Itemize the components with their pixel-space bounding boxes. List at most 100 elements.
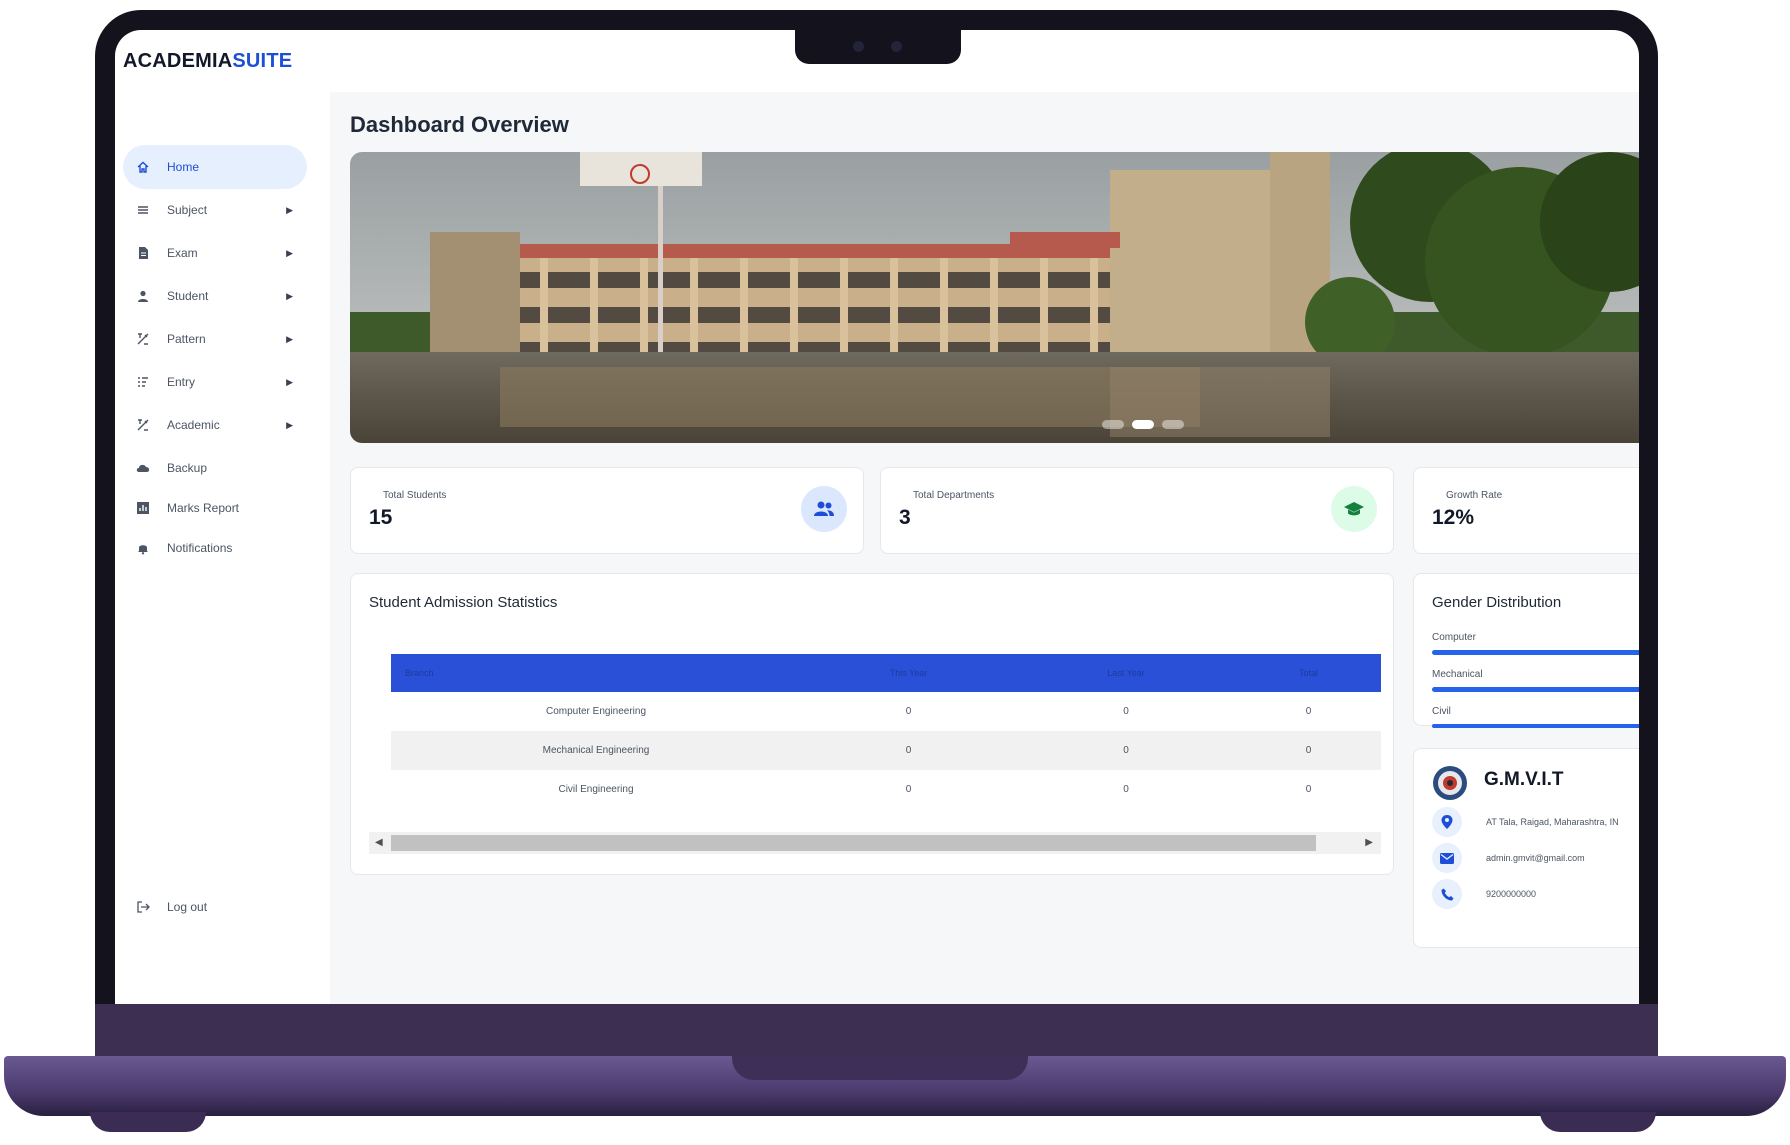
document-icon [135,245,151,261]
bar-label: Mechanical [1432,669,1483,680]
camera-notch [795,30,961,64]
admission-table: Branch This Year Last Year Total Compute… [391,654,1381,809]
main-content: Dashboard Overview Total Students 15 Tot… [330,92,1639,1004]
sidebar-item-label: Marks Report [167,501,240,515]
sidebar-item-label: Exam [167,246,198,260]
sidebar-item-marks-report[interactable]: Marks Report [123,486,307,530]
people-icon [801,486,847,532]
page-title: Dashboard Overview [350,112,569,137]
laptop-groove [732,1056,1028,1080]
sidebar-item-entry[interactable]: Entry ▶ [123,360,307,404]
logout-button[interactable]: Log out [123,885,307,929]
list-icon [135,202,151,218]
institute-address: AT Tala, Raigad, Maharashtra, IN [1486,817,1619,827]
sidebar-item-label: Home [167,160,200,174]
logout-icon [135,899,151,915]
camera-icon [853,41,864,52]
distribution-bar [1432,687,1639,692]
academic-icon [135,417,151,433]
bell-icon [135,540,151,556]
pattern-icon [135,331,151,347]
person-icon [135,288,151,304]
table-row: Civil Engineering 0 0 0 [391,770,1381,809]
logout-label: Log out [167,900,208,914]
column-header[interactable]: Total [1236,654,1381,692]
table-cell: 0 [1123,706,1129,717]
submenu-arrow-icon: ▶ [286,290,293,301]
phone-row: 9200000000 [1432,879,1632,909]
column-header[interactable]: Last Year [1016,654,1236,692]
app-logo[interactable]: ACADEMIASUITE [123,50,292,73]
home-icon [135,159,151,175]
submenu-arrow-icon: ▶ [286,247,293,258]
section-title: Student Admission Statistics [369,594,558,611]
laptop-foot-right [1540,1112,1656,1132]
sidebar-item-label: Academic [167,418,220,432]
table-cell: 0 [905,706,912,717]
table-cell: Computer Engineering [545,706,647,717]
laptop-foot-left [90,1112,206,1132]
admission-statistics-card: Student Admission Statistics Branch This… [350,573,1394,875]
sidebar-item-exam[interactable]: Exam ▶ [123,231,307,275]
institute-email[interactable]: admin.gmvit@gmail.com [1486,853,1585,863]
distribution-bar [1432,650,1639,655]
submenu-arrow-icon: ▶ [286,333,293,344]
campus-banner-carousel[interactable] [350,152,1639,443]
carousel-dot[interactable] [1102,420,1124,429]
stat-label: Growth Rate [1446,490,1503,501]
sidebar-item-notifications[interactable]: Notifications [123,526,307,570]
table-horizontal-scrollbar[interactable]: ◀ ▶ [369,832,1381,854]
stat-value: 15 [369,506,393,529]
sidebar: Home Subject ▶ Exam ▶ Student ▶ Pattern … [115,90,330,1004]
location-pin-icon [1432,807,1462,837]
stat-value: 3 [899,506,911,529]
sidebar-item-backup[interactable]: Backup [123,446,307,490]
table-cell: Mechanical Engineering [542,745,650,756]
stat-card-growth-rate: Growth Rate 12% [1413,467,1639,554]
sidebar-item-academic[interactable]: Academic ▶ [123,403,307,447]
stat-value: 12% [1432,506,1475,529]
sensor-icon [891,41,902,52]
submenu-arrow-icon: ▶ [286,204,293,215]
stat-label: Total Students [383,490,447,501]
table-cell: 0 [905,784,912,795]
table-cell: 0 [1305,706,1312,717]
carousel-dot[interactable] [1162,420,1184,429]
stat-label: Total Departments [913,490,995,501]
gender-distribution-card: Gender Distribution Computer Mechanical … [1413,573,1639,728]
sidebar-item-subject[interactable]: Subject ▶ [123,188,307,232]
email-row: admin.gmvit@gmail.com [1432,843,1632,873]
table-row: Mechanical Engineering 0 0 0 [391,731,1381,770]
table-row: Computer Engineering 0 0 0 [391,692,1381,731]
carousel-indicators [1102,420,1184,429]
sidebar-item-label: Entry [167,375,196,389]
table-cell: 0 [1305,745,1312,756]
mail-icon [1432,843,1462,873]
sidebar-item-pattern[interactable]: Pattern ▶ [123,317,307,361]
column-header[interactable]: This Year [801,654,1016,692]
sidebar-item-label: Pattern [167,332,206,346]
sidebar-item-label: Backup [167,461,208,475]
table-cell: 0 [905,745,912,756]
scrollbar-thumb[interactable] [391,835,1316,851]
carousel-dot-active[interactable] [1132,420,1154,429]
bar-chart-icon [135,500,151,516]
institute-name: G.M.V.I.T [1484,769,1564,790]
institute-phone[interactable]: 9200000000 [1486,889,1536,899]
scroll-right-icon[interactable]: ▶ [1365,837,1373,848]
submenu-arrow-icon: ▶ [286,419,293,430]
phone-icon [1432,879,1462,909]
distribution-bar [1432,724,1639,728]
institute-info-card: G.M.V.I.T AT Tala, Raigad, Maharashtra, … [1413,748,1639,948]
table-cell: 0 [1123,745,1129,756]
column-header[interactable]: Branch [391,654,801,692]
scroll-left-icon[interactable]: ◀ [375,837,383,848]
sidebar-item-label: Student [167,289,209,303]
stat-card-total-departments: Total Departments 3 [880,467,1394,554]
table-cell: Civil Engineering [558,784,634,795]
laptop-chin [95,1004,1658,1060]
institute-logo [1432,765,1468,801]
sidebar-item-student[interactable]: Student ▶ [123,274,307,318]
sidebar-item-home[interactable]: Home [123,145,307,189]
screen: ACADEMIASUITE Home Subject ▶ Exam ▶ Stud… [115,30,1639,1004]
